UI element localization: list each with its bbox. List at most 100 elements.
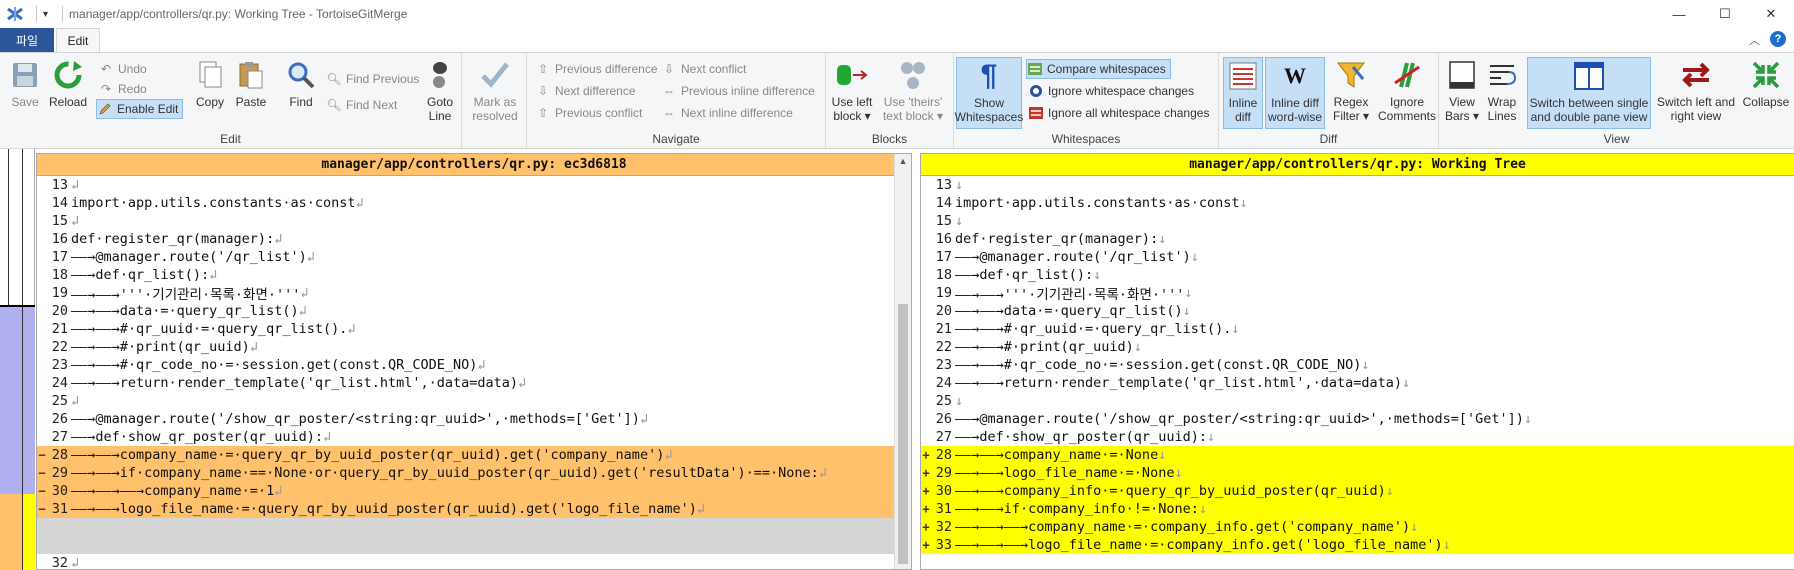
code-line[interactable]: +30 ——→——→company_info·=·query_qr_by_uuid… — [921, 482, 1794, 500]
redo-button[interactable]: ↷ Redo — [98, 79, 147, 99]
ignore-all-whitespace-changes-button[interactable]: Ignore all whitespace changes — [1028, 103, 1209, 123]
quick-access-dropdown-icon[interactable]: ▾ — [43, 9, 48, 20]
next-inline-difference-button[interactable]: ⇔ Next inline difference — [661, 103, 793, 123]
code-line[interactable]: 15 ↲ — [37, 212, 911, 230]
previous-inline-difference-button[interactable]: ⇔ Previous inline difference — [661, 81, 815, 101]
use-theirs-label-1: Use 'theirs' — [883, 95, 943, 109]
maximize-button[interactable]: ☐ — [1702, 0, 1748, 28]
code-line[interactable]: +31 ——→——→if·company_info·!=·None: ↓ — [921, 500, 1794, 518]
code-line[interactable]: 18 ——→def·qr_list(): ↓ — [921, 266, 1794, 284]
code-line[interactable]: 16 def·register_qr(manager): ↓ — [921, 230, 1794, 248]
close-button[interactable]: ✕ — [1748, 0, 1794, 28]
ignore-whitespace-changes-button[interactable]: Ignore whitespace changes — [1028, 81, 1194, 101]
code-line[interactable]: 19 ——→——→'''·기기관리·목록·화면·''' ↓ — [921, 284, 1794, 302]
switch-left-right-button[interactable]: Switch left and right view — [1653, 57, 1739, 123]
code-line[interactable]: +33 ——→——→——→logo_file_name·=·company_inf… — [921, 536, 1794, 554]
minimize-button[interactable]: — — [1656, 0, 1702, 28]
regex-filter-button[interactable]: Regex Filter ▾ — [1329, 57, 1373, 123]
code-line[interactable]: 13 ↲ — [37, 176, 911, 194]
use-left-block-button[interactable]: Use left block ▾ — [830, 57, 874, 123]
tab-file[interactable]: 파일 — [0, 28, 54, 52]
left-vertical-scrollbar[interactable]: ▲ — [894, 154, 911, 569]
code-line[interactable]: 25 ↲ — [37, 392, 911, 410]
code-text: ——→——→#·qr_code_no·=·session.get(const.Q… — [71, 357, 478, 373]
paste-button[interactable]: Paste — [232, 57, 270, 109]
collapse-button[interactable]: Collapse — [1741, 57, 1791, 109]
code-line[interactable]: 32 ↲ — [37, 554, 911, 569]
code-line[interactable]: −28 ——→——→company_name·=·query_qr_by_uuid… — [37, 446, 911, 464]
compare-whitespaces-button[interactable]: Compare whitespaces — [1026, 59, 1171, 79]
code-line[interactable]: 20 ——→——→data·=·query_qr_list() ↓ — [921, 302, 1794, 320]
find-next-button[interactable]: 🔍︎ Find Next — [326, 95, 397, 115]
help-icon[interactable]: ? — [1770, 31, 1786, 47]
scroll-up-icon[interactable]: ▲ — [895, 156, 911, 166]
code-line[interactable]: 15 ↓ — [921, 212, 1794, 230]
ribbon-collapse-icon[interactable]: ︿ — [1749, 32, 1760, 48]
wrap-lines-button[interactable]: Wrap Lines — [1483, 57, 1521, 123]
use-theirs-block-button[interactable]: Use 'theirs' text block ▾ — [878, 57, 948, 123]
line-number: 17 — [51, 249, 68, 265]
inline-diff-button[interactable]: Inline diff — [1223, 57, 1263, 129]
mark-as-resolved-button[interactable]: Mark as resolved — [470, 57, 520, 123]
locator-bar[interactable] — [0, 149, 35, 570]
code-text: ——→——→——→company_name·=·company_info.get… — [955, 519, 1411, 535]
code-line[interactable]: 27 ——→def·show_qr_poster(qr_uuid): ↲ — [37, 428, 911, 446]
undo-button[interactable]: ↶ Undo — [98, 59, 147, 79]
code-line[interactable]: 22 ——→——→#·print(qr_uuid) ↲ — [37, 338, 911, 356]
code-line[interactable]: −31 ——→——→logo_file_name·=·query_qr_by_uu… — [37, 500, 911, 518]
inline-diff-word-wise-button[interactable]: W Inline diff word-wise — [1265, 57, 1325, 129]
goto-line-button[interactable]: Goto Line — [420, 57, 460, 123]
scrollbar-thumb[interactable] — [898, 304, 908, 564]
code-line[interactable]: 25 ↓ — [921, 392, 1794, 410]
find-previous-button[interactable]: 🔍︎ Find Previous — [326, 69, 419, 89]
code-line[interactable]: 21 ——→——→#·qr_uuid·=·query_qr_list(). ↲ — [37, 320, 911, 338]
code-line[interactable]: +28 ——→——→company_name·=·None ↓ — [921, 446, 1794, 464]
code-line[interactable]: 26 ——→@manager.route('/show_qr_poster/<st… — [37, 410, 911, 428]
code-line[interactable]: 17 ——→@manager.route('/qr_list') ↲ — [37, 248, 911, 266]
code-line[interactable]: 23 ——→——→#·qr_code_no·=·session.get(const… — [921, 356, 1794, 374]
next-difference-label: Next difference — [555, 84, 636, 98]
code-line[interactable]: 22 ——→——→#·print(qr_uuid) ↓ — [921, 338, 1794, 356]
previous-difference-button[interactable]: ⇧ Previous difference — [535, 59, 658, 79]
code-line[interactable]: 14 import·app.utils.constants·as·const ↲ — [37, 194, 911, 212]
code-line[interactable]: 21 ——→——→#·qr_uuid·=·query_qr_list(). ↓ — [921, 320, 1794, 338]
next-difference-button[interactable]: ⇩ Next difference — [535, 81, 636, 101]
code-line[interactable]: 20 ——→——→data·=·query_qr_list() ↲ — [37, 302, 911, 320]
code-line[interactable]: 19 ——→——→'''·기기관리·목록·화면·''' ↲ — [37, 284, 911, 302]
collapse-label: Collapse — [1742, 95, 1790, 109]
code-line[interactable]: 13 ↓ — [921, 176, 1794, 194]
code-line[interactable]: 23 ——→——→#·qr_code_no·=·session.get(const… — [37, 356, 911, 374]
right-pane[interactable]: manager/app/controllers/qr.py: Working T… — [920, 153, 1794, 570]
code-text: def·register_qr(manager): — [71, 231, 275, 247]
save-button[interactable]: Save — [6, 57, 44, 109]
enable-edit-button[interactable]: Enable Edit — [96, 99, 184, 119]
code-line[interactable]: +29 ——→——→logo_file_name·=·None ↓ — [921, 464, 1794, 482]
code-line[interactable]: 18 ——→def·qr_list(): ↲ — [37, 266, 911, 284]
code-line[interactable]: 24 ——→——→return·render_template('qr_list.… — [921, 374, 1794, 392]
view-bars-label-2: Bars ▾ — [1444, 109, 1480, 123]
left-pane[interactable]: manager/app/controllers/qr.py: ec3d6818 … — [36, 153, 912, 570]
locator-added-marker — [23, 494, 35, 570]
code-line[interactable]: 26 ——→@manager.route('/show_qr_poster/<st… — [921, 410, 1794, 428]
code-line[interactable]: +32 ——→——→——→company_name·=·company_info.… — [921, 518, 1794, 536]
find-button[interactable]: Find — [284, 57, 318, 109]
code-line[interactable]: 24 ——→——→return·render_template('qr_list.… — [37, 374, 911, 392]
code-line[interactable]: −30 ——→——→——→company_name·=·1 ↲ — [37, 482, 911, 500]
code-line[interactable] — [37, 536, 911, 554]
previous-conflict-button[interactable]: ⇧ Previous conflict — [535, 103, 642, 123]
code-line[interactable]: 16 def·register_qr(manager): ↲ — [37, 230, 911, 248]
reload-button[interactable]: Reload — [48, 57, 88, 109]
code-line[interactable] — [37, 518, 911, 536]
switch-single-double-pane-button[interactable]: Switch between single and double pane vi… — [1527, 57, 1651, 129]
code-line[interactable]: 27 ——→def·show_qr_poster(qr_uuid): ↓ — [921, 428, 1794, 446]
next-conflict-button[interactable]: ⇩ Next conflict — [661, 59, 746, 79]
ignore-comments-button[interactable]: Ignore Comments — [1377, 57, 1437, 123]
code-line[interactable]: −29 ——→——→if·company_name·==·None·or·quer… — [37, 464, 911, 482]
view-bars-button[interactable]: View Bars ▾ — [1443, 57, 1481, 123]
code-line[interactable]: 14 import·app.utils.constants·as·const ↓ — [921, 194, 1794, 212]
tab-edit[interactable]: Edit — [56, 28, 100, 52]
show-whitespaces-button[interactable]: ¶ Show Whitespaces — [955, 57, 1023, 129]
copy-button[interactable]: Copy — [192, 57, 228, 109]
code-line[interactable]: 17 ——→@manager.route('/qr_list') ↓ — [921, 248, 1794, 266]
arrow-up-icon: ⇧ — [537, 62, 549, 76]
